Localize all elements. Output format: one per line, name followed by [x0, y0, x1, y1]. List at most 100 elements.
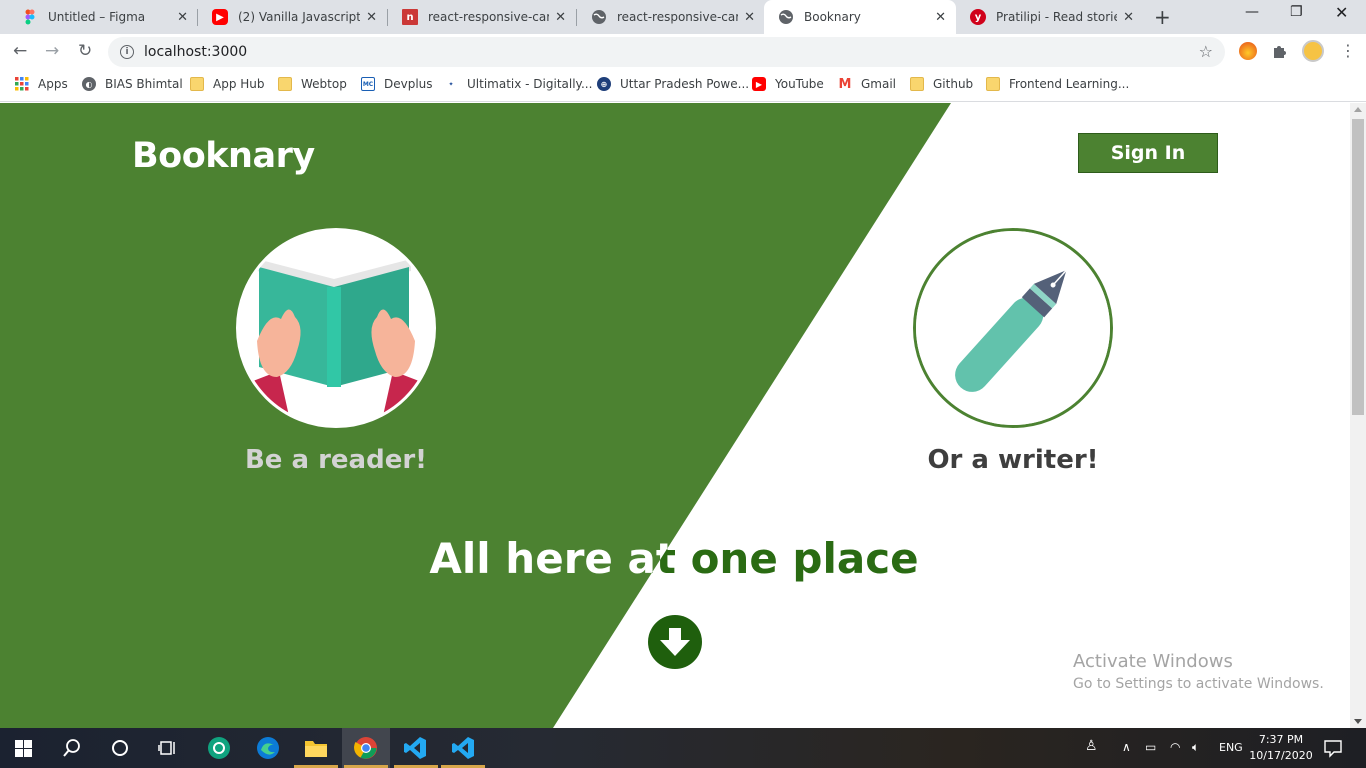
bookmark-devplus[interactable]: MC Devplus [361, 77, 433, 91]
reader-illustration [236, 228, 436, 428]
bookmark-label: Apps [38, 77, 68, 91]
file-explorer-icon[interactable] [304, 738, 328, 758]
pratilipi-icon: y [970, 9, 986, 25]
close-window-button[interactable]: ✕ [1335, 3, 1348, 22]
tab-carousel[interactable]: react-responsive-carous ✕ [577, 0, 765, 34]
language-indicator[interactable]: ENG [1219, 741, 1243, 754]
close-tab-icon[interactable]: ✕ [366, 10, 377, 25]
activate-windows-subtitle: Go to Settings to activate Windows. [1073, 676, 1324, 692]
devplus-icon: MC [361, 77, 375, 91]
brand-logo[interactable]: Booknary [132, 136, 315, 176]
restore-button[interactable]: ❐ [1290, 4, 1303, 20]
battery-icon[interactable]: ▭ [1145, 740, 1156, 754]
globe-icon [591, 9, 607, 25]
bookmark-label: Frontend Learning... [1009, 77, 1130, 91]
tab-booknary[interactable]: Booknary ✕ [764, 0, 956, 34]
close-tab-icon[interactable]: ✕ [744, 10, 755, 25]
new-tab-button[interactable]: + [1154, 5, 1171, 29]
chatgpt-app-icon[interactable] [207, 736, 231, 760]
folder-icon [190, 77, 204, 91]
globe-icon: ◐ [82, 77, 96, 91]
folder-icon [986, 77, 1000, 91]
figma-icon [22, 9, 38, 25]
close-tab-icon[interactable]: ✕ [935, 10, 946, 25]
taskbar-clock[interactable]: 7:37 PM 10/17/2020 [1248, 732, 1314, 764]
bookmark-github[interactable]: Github [910, 77, 973, 91]
bookmark-webtop[interactable]: Webtop [278, 77, 347, 91]
bookmark-ultimatix[interactable]: ✦ Ultimatix - Digitally... [444, 77, 592, 91]
tab-title: react-responsive-carous [617, 10, 739, 24]
npm-icon: n [402, 9, 418, 25]
minimize-button[interactable]: — [1245, 4, 1259, 20]
profile-avatar[interactable] [1302, 40, 1324, 62]
folder-icon [278, 77, 292, 91]
cortana-icon[interactable] [110, 738, 130, 758]
bookmark-label: BIAS Bhimtal [105, 77, 183, 91]
bookmarks-bar: Apps ◐ BIAS Bhimtal App Hub Webtop MC De… [0, 70, 1366, 102]
bookmark-uppcl[interactable]: ⊕ Uttar Pradesh Powe... [597, 77, 749, 91]
bookmark-bias-bhimtal[interactable]: ◐ BIAS Bhimtal [82, 77, 183, 91]
bookmark-apps[interactable]: Apps [15, 77, 68, 91]
back-icon[interactable]: ← [13, 41, 27, 61]
close-tab-icon[interactable]: ✕ [177, 10, 188, 25]
tab-npm[interactable]: n react-responsive-carous ✕ [388, 0, 576, 34]
vscode-icon[interactable] [403, 736, 427, 760]
writer-caption: Or a writer! [927, 445, 1099, 475]
bookmark-star-icon[interactable]: ☆ [1199, 42, 1213, 61]
notifications-icon[interactable] [1323, 738, 1343, 758]
tab-youtube[interactable]: ▶ (2) Vanilla Javascript Sm ✕ [198, 0, 387, 34]
clock-date: 10/17/2020 [1249, 749, 1313, 762]
close-tab-icon[interactable]: ✕ [1123, 10, 1134, 25]
windows-start-icon[interactable] [15, 740, 32, 757]
uppcl-icon: ⊕ [597, 77, 611, 91]
forward-icon[interactable]: → [45, 41, 59, 61]
bookmark-label: Github [933, 77, 974, 91]
bookmark-app-hub[interactable]: App Hub [190, 77, 265, 91]
chrome-browser-icon[interactable] [354, 736, 378, 760]
sign-in-button[interactable]: Sign In [1078, 133, 1218, 173]
url-text: localhost:3000 [144, 44, 248, 60]
youtube-icon: ▶ [212, 9, 228, 25]
globe-icon [778, 9, 794, 25]
search-icon[interactable] [62, 738, 82, 758]
youtube-icon: ▶ [752, 77, 766, 91]
writer-illustration [913, 228, 1113, 428]
tab-title: Booknary [804, 10, 861, 24]
arrow-down-icon [660, 628, 690, 656]
gmail-icon: M [838, 76, 852, 92]
reload-icon[interactable]: ↻ [78, 41, 92, 61]
menu-kebab-icon[interactable]: ⋮ [1340, 41, 1356, 60]
task-view-icon[interactable] [158, 738, 178, 758]
tagline-part2-dark: one place [691, 534, 919, 583]
extensions-puzzle-icon[interactable] [1271, 42, 1289, 60]
scroll-thumb[interactable] [1352, 119, 1364, 415]
bookmark-frontend-learning[interactable]: Frontend Learning... [986, 77, 1129, 91]
folder-icon [910, 77, 924, 91]
bookmark-label: Webtop [301, 77, 347, 91]
address-bar[interactable]: i localhost:3000 ☆ [108, 37, 1225, 67]
bookmark-label: Gmail [861, 77, 897, 91]
scroll-down-arrow-icon[interactable] [1354, 719, 1362, 724]
tab-pratilipi[interactable]: y Pratilipi - Read stories a ✕ [956, 0, 1144, 34]
apps-grid-icon [15, 77, 29, 91]
extension-fire-icon[interactable] [1239, 42, 1257, 60]
wifi-icon[interactable]: ◠ [1170, 740, 1180, 754]
bookmark-youtube[interactable]: ▶ YouTube [752, 77, 824, 91]
reader-caption: Be a reader! [244, 445, 428, 475]
bookmark-gmail[interactable]: M Gmail [838, 76, 897, 92]
people-icon[interactable]: ♙ [1085, 738, 1098, 754]
volume-icon[interactable]: 🔈︎ [1192, 740, 1199, 755]
bookmark-label: Devplus [384, 77, 433, 91]
info-icon[interactable]: i [120, 45, 134, 59]
activate-windows-title: Activate Windows [1073, 651, 1233, 672]
scroll-up-arrow-icon[interactable] [1354, 107, 1362, 112]
page-scrollbar[interactable] [1350, 103, 1366, 728]
tab-title: react-responsive-carous [428, 10, 550, 24]
close-tab-icon[interactable]: ✕ [555, 10, 566, 25]
tata-icon: ✦ [444, 77, 458, 91]
chevron-up-icon[interactable]: ∧ [1122, 740, 1131, 754]
vscode-icon[interactable] [451, 736, 475, 760]
edge-browser-icon[interactable] [256, 736, 280, 760]
tab-figma[interactable]: Untitled – Figma ✕ [8, 0, 198, 34]
scroll-down-button[interactable] [648, 615, 702, 669]
